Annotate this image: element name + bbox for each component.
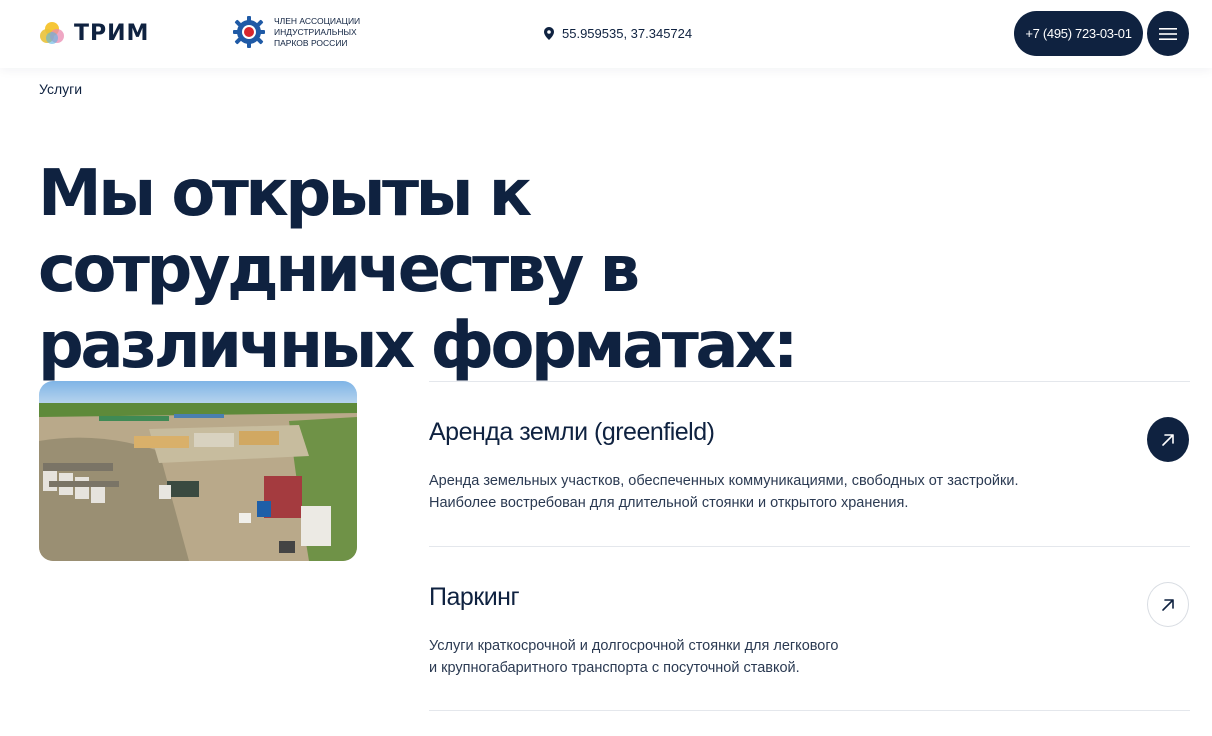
association-text: ЧЛЕН АССОЦИАЦИИ ИНДУСТРИАЛЬНЫХ ПАРКОВ РО… <box>274 15 361 48</box>
logo[interactable]: ТРИМ <box>38 18 149 48</box>
coordinates: 55.959535, 37.345724 <box>544 26 692 41</box>
service-item-parking[interactable]: Паркинг Услуги краткосрочной и долгосроч… <box>429 546 1190 711</box>
breadcrumb[interactable]: Услуги <box>39 81 82 97</box>
coordinates-text: 55.959535, 37.345724 <box>562 26 693 41</box>
logo-mark-icon <box>38 19 66 47</box>
page-title: Мы открыты к сотрудничеству в различных … <box>38 157 798 383</box>
map-pin-icon <box>544 27 554 40</box>
service-description-line: и крупногабаритного транспорта с посуточ… <box>429 660 800 676</box>
service-description: Услуги краткосрочной и долгосрочной стоя… <box>429 635 1069 679</box>
service-item-land-rent[interactable]: Аренда земли (greenfield) Аренда земельн… <box>429 381 1190 546</box>
gear-icon <box>233 16 265 48</box>
arrow-up-right-icon <box>1162 433 1174 446</box>
association-badge: ЧЛЕН АССОЦИАЦИИ ИНДУСТРИАЛЬНЫХ ПАРКОВ РО… <box>232 15 364 49</box>
hamburger-menu-icon <box>1159 27 1177 40</box>
phone-button[interactable]: +7 (495) 723-03-01 <box>1014 11 1143 56</box>
service-description-line: Услуги краткосрочной и долгосрочной стоя… <box>429 638 839 654</box>
service-arrow-button[interactable] <box>1147 417 1189 462</box>
site-header: ТРИМ ЧЛЕН АССОЦИАЦИИ ИНДУСТРИАЛЬНЫХ ПАРК… <box>0 0 1212 68</box>
logo-text: ТРИМ <box>74 20 150 46</box>
arrow-up-right-icon <box>1162 598 1174 611</box>
service-arrow-button[interactable] <box>1147 582 1189 627</box>
service-description-line: Наиболее востребован для длительной стоя… <box>429 495 909 511</box>
menu-button[interactable] <box>1147 11 1189 56</box>
services-list: Аренда земли (greenfield) Аренда земельн… <box>429 381 1190 711</box>
service-description-line: Аренда земельных участков, обеспеченных … <box>429 473 1019 489</box>
service-title: Аренда земли (greenfield) <box>429 418 715 446</box>
service-description: Аренда земельных участков, обеспеченных … <box>429 470 1069 514</box>
service-title: Паркинг <box>429 583 520 611</box>
service-photo <box>39 381 357 561</box>
